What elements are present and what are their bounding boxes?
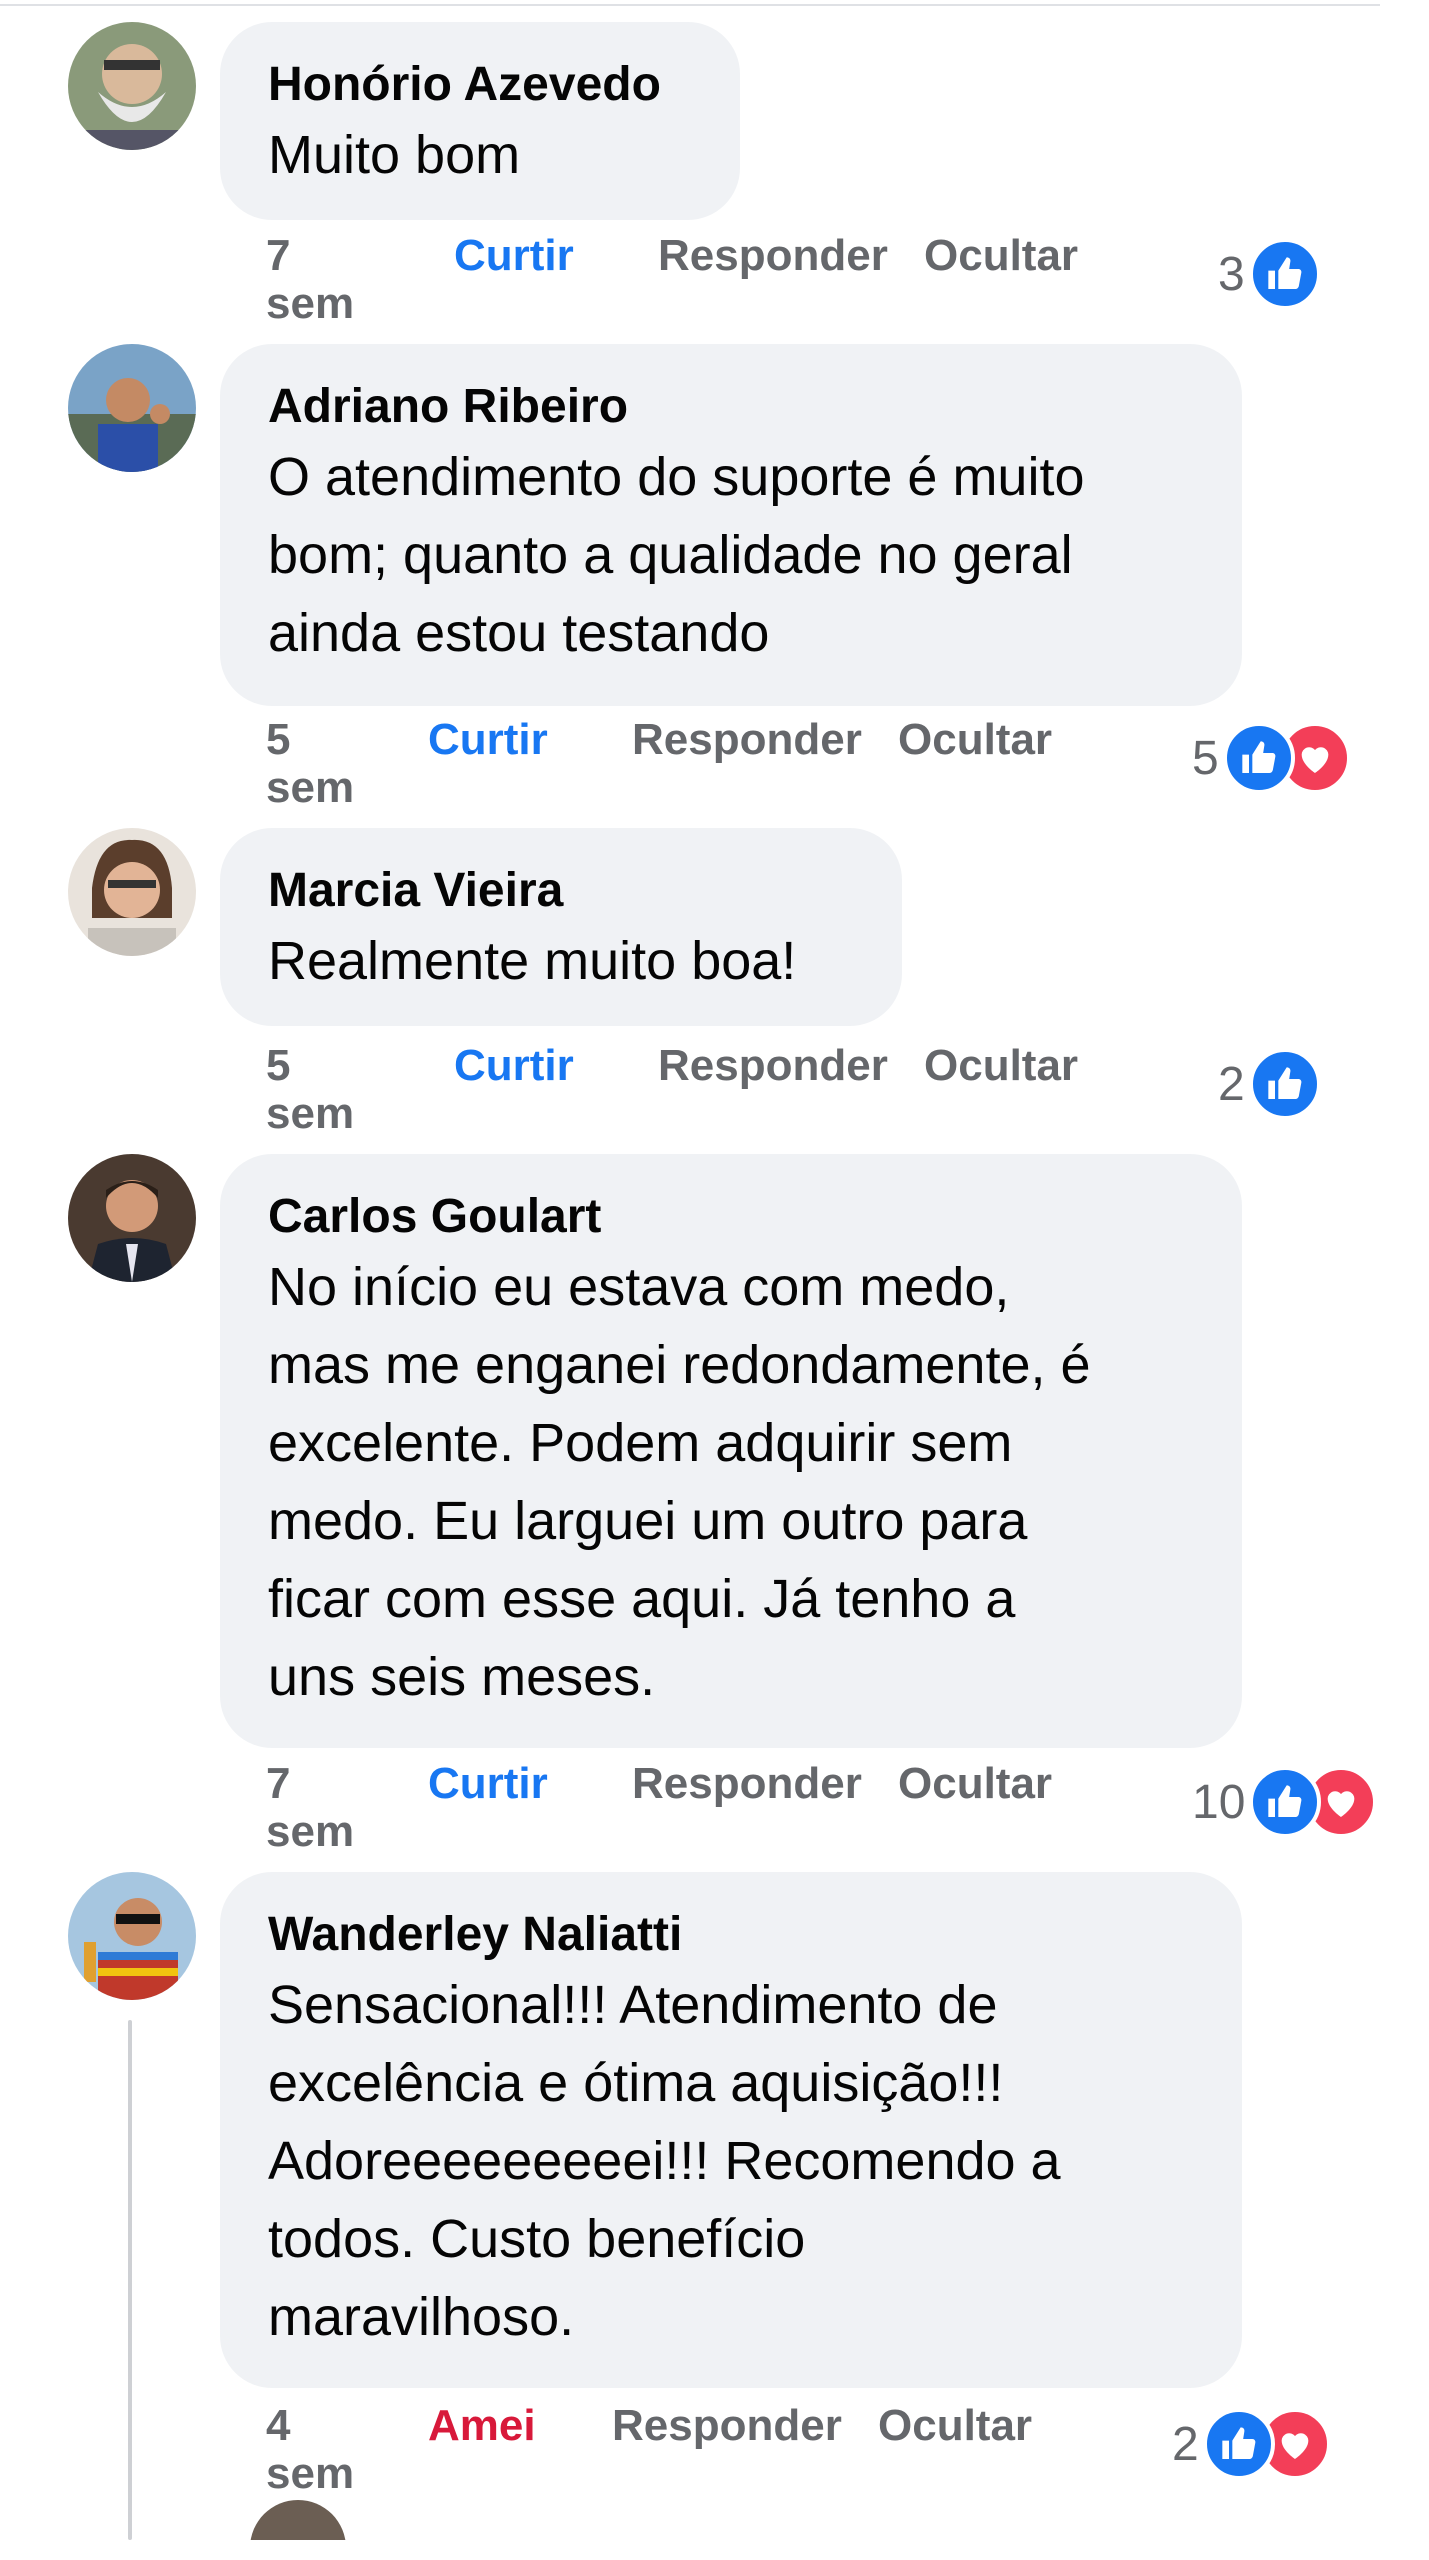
- hide-button[interactable]: Ocultar: [878, 2402, 1032, 2450]
- reply-button[interactable]: Responder: [632, 1760, 862, 1808]
- hide-button[interactable]: Ocultar: [924, 1042, 1078, 1090]
- reaction-count: 2: [1218, 1057, 1245, 1111]
- time-number: 7: [266, 1759, 291, 1808]
- like-icon: [1202, 2408, 1275, 2480]
- time-unit: sem: [266, 1807, 355, 1856]
- like-icon: [1248, 238, 1321, 310]
- like-button[interactable]: Curtir: [428, 1760, 548, 1808]
- comment-author[interactable]: Wanderley Naliatti: [268, 1904, 1194, 1966]
- reaction-count: 3: [1218, 247, 1245, 301]
- avatar[interactable]: [68, 22, 196, 150]
- reply-button[interactable]: Responder: [658, 1042, 888, 1090]
- comment-time[interactable]: 7 sem: [266, 232, 356, 328]
- love-reaction-button[interactable]: Amei: [428, 2402, 536, 2450]
- reaction-count: 10: [1192, 1775, 1246, 1829]
- like-button[interactable]: Curtir: [428, 716, 548, 764]
- avatar[interactable]: [68, 828, 196, 956]
- comment-author[interactable]: Marcia Vieira: [268, 860, 854, 922]
- reaction-summary[interactable]: 2: [1172, 2406, 1331, 2482]
- time-number: 5: [266, 1041, 291, 1090]
- reaction-summary[interactable]: 5: [1192, 720, 1351, 796]
- reaction-summary[interactable]: 2: [1218, 1046, 1321, 1122]
- reply-button[interactable]: Responder: [632, 716, 862, 764]
- hide-button[interactable]: Ocultar: [898, 1760, 1052, 1808]
- time-unit: sem: [266, 763, 355, 812]
- comment-author[interactable]: Honório Azevedo: [268, 54, 692, 116]
- comment-bubble: Carlos Goulart No início eu estava com m…: [220, 1154, 1242, 1748]
- time-unit: sem: [266, 2449, 355, 2498]
- comment-text: Muito bom: [268, 125, 521, 185]
- reply-thread-line: [128, 2020, 132, 2540]
- time-unit: sem: [266, 279, 355, 328]
- avatar[interactable]: [68, 1154, 196, 1282]
- time-unit: sem: [266, 1089, 355, 1138]
- like-icon: [1248, 1048, 1321, 1120]
- bottom-edge: [0, 2540, 1429, 2560]
- time-number: 7: [266, 231, 291, 280]
- comment-text: No início eu estava com medo, mas me eng…: [268, 1257, 1091, 1707]
- time-number: 4: [266, 2401, 291, 2450]
- like-icon: [1249, 1766, 1322, 1838]
- like-button[interactable]: Curtir: [454, 1042, 574, 1090]
- comment-time[interactable]: 5 sem: [266, 1042, 356, 1138]
- reaction-count: 2: [1172, 2417, 1199, 2471]
- hide-button[interactable]: Ocultar: [924, 232, 1078, 280]
- reaction-count: 5: [1192, 731, 1219, 785]
- comment-bubble: Wanderley Naliatti Sensacional!!! Atendi…: [220, 1872, 1242, 2388]
- avatar[interactable]: [68, 1872, 196, 2000]
- comments-page: Honório Azevedo Muito bom 7 sem Curtir R…: [0, 0, 1429, 2560]
- reply-button[interactable]: Responder: [612, 2402, 842, 2450]
- hide-button[interactable]: Ocultar: [898, 716, 1052, 764]
- comment-time[interactable]: 5 sem: [266, 716, 356, 812]
- time-number: 5: [266, 715, 291, 764]
- top-divider: [0, 4, 1380, 6]
- comment-time[interactable]: 7 sem: [266, 1760, 356, 1856]
- comment-author[interactable]: Carlos Goulart: [268, 1186, 1194, 1248]
- reply-button[interactable]: Responder: [658, 232, 888, 280]
- comment-bubble: Marcia Vieira Realmente muito boa!: [220, 828, 902, 1026]
- comment-text: Realmente muito boa!: [268, 931, 797, 991]
- like-icon: [1222, 722, 1295, 794]
- comment-bubble: Honório Azevedo Muito bom: [220, 22, 740, 220]
- comment-text: Sensacional!!! Atendimento de excelência…: [268, 1975, 1061, 2347]
- comment-bubble: Adriano Ribeiro O atendimento do suporte…: [220, 344, 1242, 706]
- like-button[interactable]: Curtir: [454, 232, 574, 280]
- comment-text: O atendimento do suporte é muito bom; qu…: [268, 447, 1085, 663]
- comment-author[interactable]: Adriano Ribeiro: [268, 376, 1194, 438]
- avatar[interactable]: [68, 344, 196, 472]
- comment-time[interactable]: 4 sem: [266, 2402, 356, 2498]
- reaction-summary[interactable]: 10: [1192, 1764, 1378, 1840]
- reaction-summary[interactable]: 3: [1218, 236, 1321, 312]
